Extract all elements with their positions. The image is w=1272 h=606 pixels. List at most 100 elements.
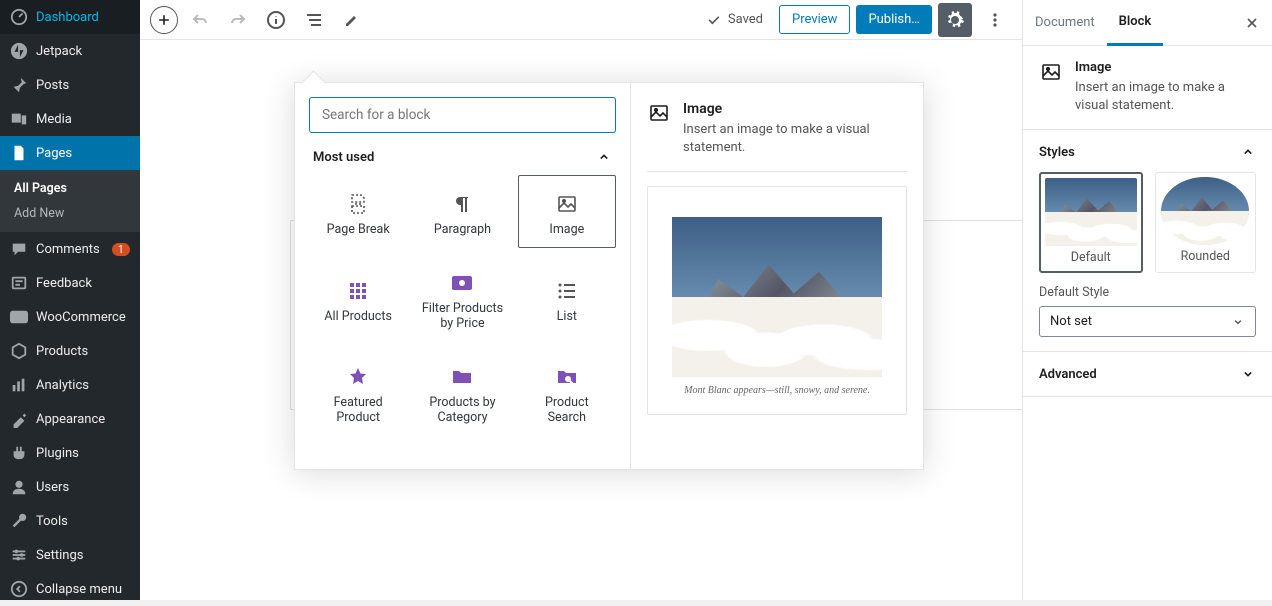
- block-label: All Products: [324, 309, 392, 324]
- users-icon: [10, 478, 28, 496]
- advanced-toggle[interactable]: Advanced: [1039, 366, 1256, 382]
- saved-indicator: Saved: [706, 12, 763, 28]
- block-tile-featured-product[interactable]: Featured Product: [309, 348, 407, 436]
- styles-toggle[interactable]: Styles: [1039, 144, 1256, 160]
- sidebar-item-tools[interactable]: Tools: [0, 504, 140, 538]
- sidebar-item-media[interactable]: Media: [0, 102, 140, 136]
- inserter-preview: Image Insert an image to make a visual s…: [630, 83, 923, 469]
- publish-button[interactable]: Publish…: [856, 5, 932, 34]
- block-title: Image: [1075, 60, 1256, 75]
- inserter-left: Most used Page Break Paragraph Image All…: [295, 83, 630, 469]
- info-button[interactable]: [260, 4, 292, 36]
- style-default[interactable]: Default: [1039, 172, 1143, 273]
- chevron-up-icon: [1240, 144, 1256, 160]
- block-label: Product Search: [525, 395, 609, 425]
- sidebar-item-settings[interactable]: Settings: [0, 538, 140, 572]
- settings-tabs: Document Block: [1023, 0, 1272, 46]
- woocommerce-icon: [10, 308, 28, 326]
- sidebar-item-woocommerce[interactable]: WooCommerce: [0, 300, 140, 334]
- editor-canvas[interactable]: Start writing or type / to choose a bloc…: [140, 40, 1022, 600]
- block-search-input[interactable]: [309, 97, 616, 133]
- sidebar-item-comments[interactable]: Comments 1: [0, 232, 140, 266]
- sidebar-item-jetpack[interactable]: Jetpack: [0, 34, 140, 68]
- page-break-icon: [346, 192, 370, 216]
- sidebar-item-appearance[interactable]: Appearance: [0, 402, 140, 436]
- preview-caption: Mont Blanc appears—still, snowy, and ser…: [684, 385, 870, 396]
- block-tile-products-category[interactable]: Products by Category: [413, 348, 511, 436]
- analytics-icon: [10, 376, 28, 394]
- sidebar-label: Collapse menu: [36, 582, 122, 597]
- sidebar-item-users[interactable]: Users: [0, 470, 140, 504]
- settings-gear-button[interactable]: [938, 3, 972, 37]
- sidebar-item-products[interactable]: Products: [0, 334, 140, 368]
- sidebar-label: Comments: [36, 242, 100, 257]
- chevron-down-icon: [1231, 315, 1245, 329]
- pin-icon: [10, 76, 28, 94]
- comments-badge: 1: [112, 243, 130, 256]
- sidebar-label: Settings: [36, 548, 83, 563]
- list-icon: [555, 279, 579, 303]
- sidebar-sub-add-new[interactable]: Add New: [0, 201, 140, 226]
- block-tile-list[interactable]: List: [518, 254, 616, 342]
- star-icon: [346, 365, 370, 389]
- style-rounded[interactable]: Rounded: [1155, 172, 1257, 273]
- preview-image: [672, 217, 882, 377]
- folder-icon: [450, 365, 474, 389]
- sidebar-item-plugins[interactable]: Plugins: [0, 436, 140, 470]
- sidebar-label: Pages: [36, 146, 72, 161]
- chevron-down-icon: [1240, 366, 1256, 382]
- block-label: Image: [549, 222, 584, 237]
- sidebar-pages-submenu: All Pages Add New: [0, 170, 140, 232]
- default-style-select[interactable]: Not set: [1039, 306, 1256, 337]
- style-label: Default: [1071, 250, 1111, 265]
- tab-block[interactable]: Block: [1107, 0, 1164, 46]
- sidebar-item-pages[interactable]: Pages: [0, 136, 140, 170]
- preview-card: Mont Blanc appears—still, snowy, and ser…: [647, 186, 907, 415]
- styles-section: Styles Default Rounded Default Style Not…: [1023, 130, 1272, 352]
- tab-document[interactable]: Document: [1023, 1, 1107, 44]
- sidebar-item-feedback[interactable]: Feedback: [0, 266, 140, 300]
- block-label: Featured Product: [316, 395, 400, 425]
- admin-sidebar: Dashboard Jetpack Posts Media Pages All …: [0, 0, 140, 600]
- add-block-button[interactable]: [150, 6, 178, 34]
- collapse-icon: [10, 580, 28, 598]
- block-tile-page-break[interactable]: Page Break: [309, 175, 407, 248]
- sidebar-label: Appearance: [36, 412, 105, 427]
- products-icon: [10, 342, 28, 360]
- preview-button[interactable]: Preview: [779, 5, 850, 34]
- close-panel-button[interactable]: [1232, 15, 1272, 31]
- sidebar-item-dashboard[interactable]: Dashboard: [0, 0, 140, 34]
- inserter-section-most-used[interactable]: Most used: [309, 133, 616, 175]
- redo-button[interactable]: [222, 4, 254, 36]
- block-info-section: Image Insert an image to make a visual s…: [1023, 46, 1272, 130]
- sidebar-sub-all-pages[interactable]: All Pages: [0, 176, 140, 201]
- block-tile-all-products[interactable]: All Products: [309, 254, 407, 342]
- image-icon: [647, 101, 671, 125]
- undo-button[interactable]: [184, 4, 216, 36]
- block-inserter-popover: Most used Page Break Paragraph Image All…: [294, 82, 924, 470]
- more-options-button[interactable]: [978, 3, 1012, 37]
- dashboard-icon: [10, 8, 28, 26]
- image-icon: [555, 192, 579, 216]
- outline-button[interactable]: [298, 4, 330, 36]
- block-grid: Page Break Paragraph Image All Products …: [309, 175, 616, 436]
- sidebar-label: Feedback: [36, 276, 92, 291]
- block-tile-product-search[interactable]: Product Search: [518, 348, 616, 436]
- sidebar-label: Posts: [36, 78, 69, 93]
- grid-icon: [346, 279, 370, 303]
- block-tile-filter-price[interactable]: Filter Products by Price: [413, 254, 511, 342]
- sidebar-item-collapse[interactable]: Collapse menu: [0, 572, 140, 606]
- default-style-label: Default Style: [1039, 285, 1256, 300]
- sidebar-label: Dashboard: [36, 10, 99, 25]
- edit-button[interactable]: [336, 4, 368, 36]
- block-label: Page Break: [327, 222, 390, 237]
- block-tile-paragraph[interactable]: Paragraph: [413, 175, 511, 248]
- sidebar-item-analytics[interactable]: Analytics: [0, 368, 140, 402]
- image-icon: [1039, 60, 1063, 84]
- section-title: Most used: [313, 150, 374, 165]
- sidebar-label: Plugins: [36, 446, 79, 461]
- block-label: Paragraph: [434, 222, 491, 237]
- block-tile-image[interactable]: Image: [518, 175, 616, 248]
- block-label: Products by Category: [420, 395, 504, 425]
- sidebar-item-posts[interactable]: Posts: [0, 68, 140, 102]
